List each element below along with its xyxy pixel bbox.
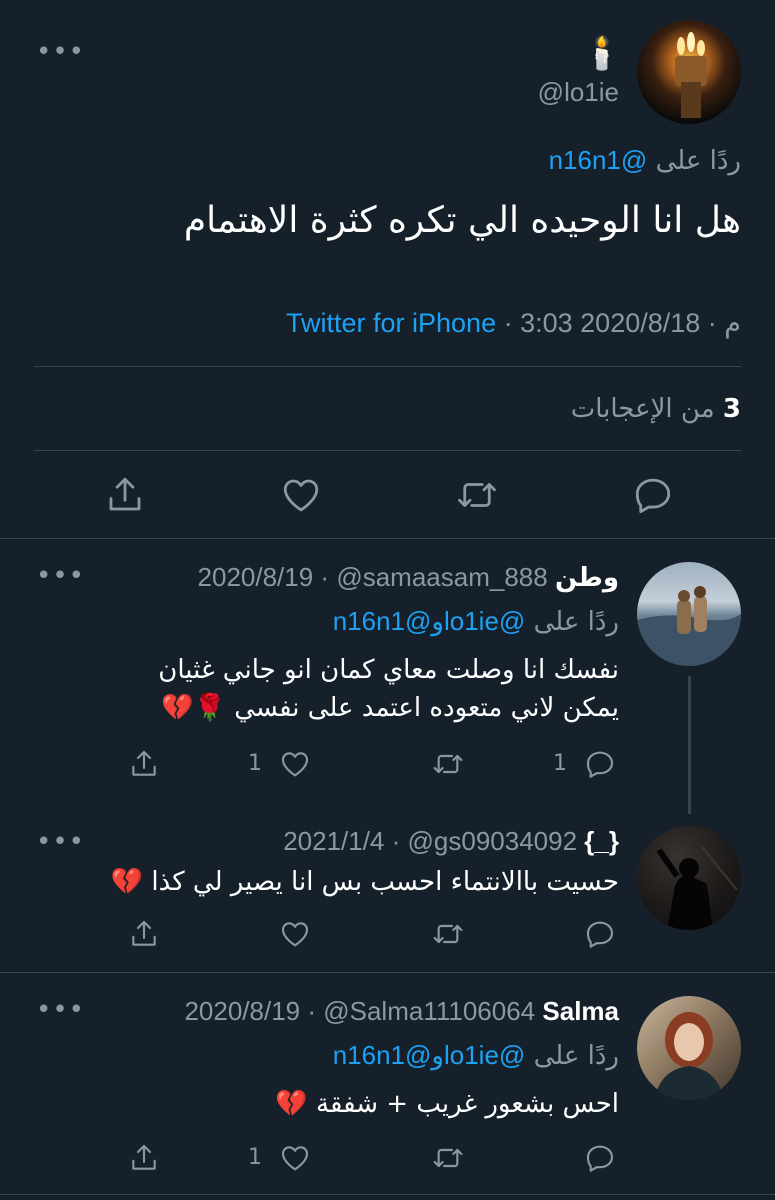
reply-prefix: ردًا على [655,146,741,176]
more-options-icon[interactable]: ••• [36,39,85,65]
divider [0,538,775,539]
tweet-meta: Twitter for iPhone · 3:03 م · 2020/8/18 [286,308,741,338]
couple-photo-icon [637,586,741,666]
reply-icon[interactable] [632,474,674,516]
retweet-icon[interactable] [430,918,466,950]
more-options-icon[interactable]: ••• [36,829,85,855]
more-options-icon[interactable]: ••• [36,997,85,1023]
reply-date: 2020/8/19 [197,562,314,592]
user-emoji: 🕯️ [582,34,622,72]
likes-count: 3 [722,394,741,424]
reply-handle[interactable]: @samaasam_888 [336,562,547,592]
tweet-text: هل انا الوحيده الي تكره كثرة الاهتمام [183,200,741,241]
reply-display-name[interactable]: {_} [584,826,619,856]
share-icon[interactable] [128,1142,160,1174]
reply-header: 2020/8/19 · @samaasam_888 وطن [197,562,619,593]
reply-header: 2020/8/19 · @Salma11106064 Salma [184,996,619,1026]
thread-line [688,676,691,814]
heart-icon[interactable] [279,918,311,950]
reply-context: ردًا على @lo1ieو@n16n1 [332,606,619,637]
reply-icon[interactable] [584,918,616,950]
reply-text-line: حسيت باالانتماء احسب بس انا يصير لي كذا … [110,867,619,897]
reply-count: 1 [553,751,567,776]
reply-header: 2021/1/4 · @gs09034092 {_} [283,826,619,856]
avatar[interactable] [637,20,741,124]
heart-icon[interactable] [279,1142,311,1174]
portrait-photo-icon [655,1012,723,1100]
reply-text-line: نفسك انا وصلت معاي كمان انو جاني غثيان [158,655,619,685]
reply-icon[interactable] [584,748,616,780]
reply-handle[interactable]: @gs09034092 [408,826,578,856]
tweet-source[interactable]: Twitter for iPhone [286,308,496,338]
reply-to-link[interactable]: @n16n1 [549,145,648,175]
divider [34,450,741,451]
likes-label: من الإعجابات [570,394,715,424]
reply-text-line: يمكن لاني متعوده اعتمد على نفسي 🌹💔 [161,693,619,723]
reply-to-link[interactable]: @lo1ie [444,1040,525,1070]
silhouette-photo-icon [656,845,738,930]
reply-to-link[interactable]: @n16n1 [333,1040,432,1070]
retweet-icon[interactable] [430,748,466,780]
reply-context: ردًا على @lo1ieو@n16n1 [332,1040,619,1071]
reply-to-link[interactable]: @lo1ie [444,606,525,636]
reply-context: ردًا على @n16n1 [549,144,741,177]
like-count: 1 [248,1145,262,1170]
reply-display-name[interactable]: وطن [555,563,619,593]
tweet-date: 2020/8/18 [580,308,701,338]
reply-to-link[interactable]: @n16n1 [333,606,432,636]
reply-icon[interactable] [584,1142,616,1174]
reply-handle[interactable]: @Salma11106064 [323,996,535,1026]
heart-icon[interactable] [280,474,322,516]
reply-date: 2020/8/19 [184,996,301,1026]
reply-date: 2021/1/4 [283,826,385,856]
reply-text-line: احس بشعور غريب + شفقة 💔 [275,1089,619,1119]
more-options-icon[interactable]: ••• [36,563,85,589]
reply-display-name[interactable]: Salma [542,996,619,1026]
avatar[interactable] [637,562,741,666]
share-icon[interactable] [104,474,146,516]
likes-stat[interactable]: 3 من الإعجابات [571,392,741,426]
user-handle[interactable]: @lo1ie [538,76,619,108]
divider [0,972,775,973]
retweet-icon[interactable] [455,474,499,516]
candle-flames-icon [675,32,707,118]
share-icon[interactable] [128,918,160,950]
share-icon[interactable] [128,748,160,780]
like-count: 1 [248,751,262,776]
heart-icon[interactable] [279,748,311,780]
divider [0,1194,775,1195]
divider [34,366,741,367]
avatar[interactable] [637,826,741,930]
avatar[interactable] [637,996,741,1100]
retweet-icon[interactable] [430,1142,466,1174]
